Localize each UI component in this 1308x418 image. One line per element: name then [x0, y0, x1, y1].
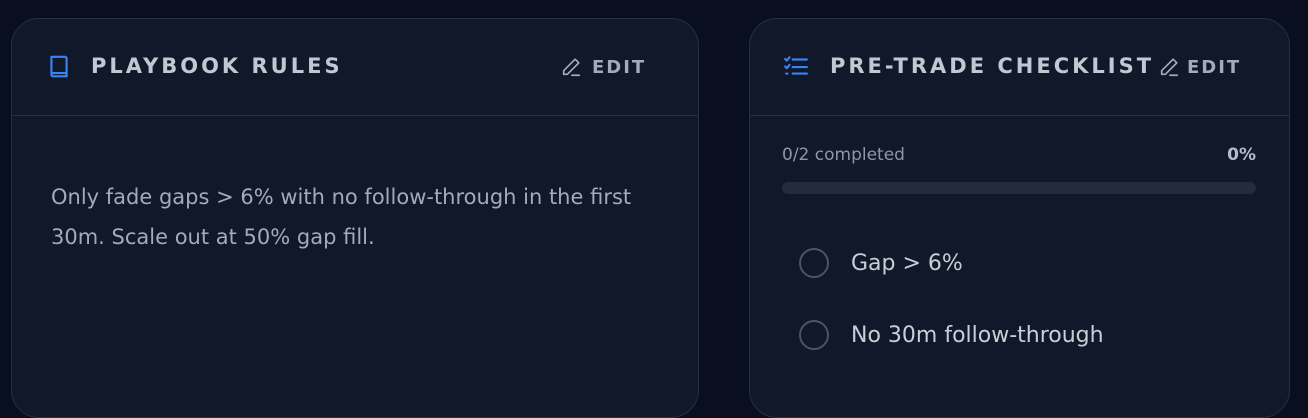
checklist-item-label: No 30m follow-through	[851, 322, 1104, 348]
playbook-rules-text: Only fade gaps > 6% with no follow-throu…	[51, 185, 632, 249]
pencil-icon	[1160, 58, 1179, 77]
edit-label: EDIT	[1187, 56, 1242, 78]
pre-trade-checklist-card: PRE-TRADE CHECKLIST EDIT 0/2 completed 0…	[749, 18, 1290, 418]
playbook-rules-card: PLAYBOOK RULES EDIT Only fade gaps > 6% …	[11, 18, 699, 418]
pencil-icon	[562, 58, 581, 77]
checklist-title: PRE-TRADE CHECKLIST	[830, 54, 1155, 78]
progress-percent: 0%	[1227, 145, 1256, 165]
checklist-item[interactable]: Gap > 6%	[799, 247, 963, 279]
checklist-item-label: Gap > 6%	[851, 250, 963, 276]
checklist-item[interactable]: No 30m follow-through	[799, 319, 1104, 351]
book-icon	[50, 55, 68, 78]
progress-label: 0/2 completed	[782, 145, 905, 165]
progress-bar	[782, 182, 1256, 194]
list-checks-icon	[784, 56, 808, 75]
checkbox-circle[interactable]	[799, 320, 829, 350]
checklist-edit-button[interactable]: EDIT	[1158, 54, 1241, 80]
checkbox-circle[interactable]	[799, 248, 829, 278]
checklist-header: PRE-TRADE CHECKLIST EDIT	[750, 19, 1289, 116]
playbook-edit-button[interactable]: EDIT	[560, 54, 646, 80]
playbook-rules-title: PLAYBOOK RULES	[91, 54, 343, 78]
edit-label: EDIT	[592, 56, 647, 78]
playbook-rules-header: PLAYBOOK RULES EDIT	[12, 19, 698, 116]
